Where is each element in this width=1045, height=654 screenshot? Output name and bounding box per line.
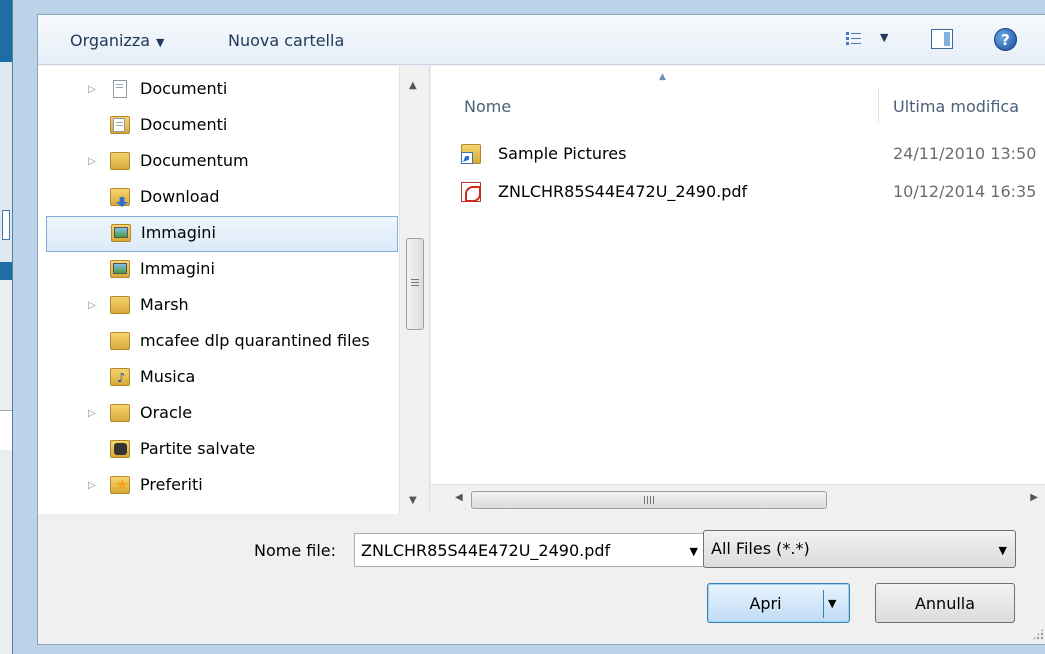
nav-item-partite-salvate[interactable]: Partite salvate [38,432,398,468]
nav-item-musica[interactable]: ♪ Musica [38,360,398,396]
resize-grip-icon[interactable] [1032,628,1044,640]
library-documents-icon [110,80,130,98]
scrollbar-thumb[interactable] [471,491,827,509]
nav-item-label: Documenti [140,115,228,134]
chevron-down-icon: ▼ [156,36,165,49]
column-header-name[interactable]: Nome [464,97,511,116]
view-options-chevron-icon[interactable]: ▼ [880,31,888,44]
folder-icon [110,152,130,170]
file-row[interactable]: Sample Pictures 24/11/2010 13:50 [451,138,1045,172]
nav-item-label: Documentum [140,151,249,170]
nav-item-download[interactable]: Download [38,180,398,216]
file-modified: 24/11/2010 13:50 [893,144,1037,163]
organize-label: Organizza [70,31,151,50]
nav-item-immagini[interactable]: Immagini [38,252,398,288]
nav-item-label: Documenti [140,79,228,98]
scroll-down-icon[interactable]: ▼ [409,495,417,506]
nav-item-documenti[interactable]: Documenti [38,108,398,144]
column-divider[interactable] [878,88,879,122]
filename-label: Nome file: [254,541,337,560]
file-modified: 10/12/2014 16:35 [893,182,1037,201]
nav-item-label: Preferiti [140,475,203,494]
file-list: ▲ Nome Ultima modifica Sample Pictures 2… [431,66,1045,514]
expand-arrow-icon[interactable]: ▷ [88,480,96,491]
expand-arrow-icon[interactable]: ▷ [88,156,96,167]
folder-shortcut-icon [461,144,481,164]
open-options-chevron-icon[interactable]: ▼ [828,597,836,610]
nav-item-oracle[interactable]: ▷ Oracle [38,396,398,432]
file-type-select[interactable]: All Files (*.*) ▼ [703,530,1016,568]
navigation-scrollbar[interactable]: ▲ ▼ [399,66,429,514]
cancel-button[interactable]: Annulla [875,583,1015,623]
organize-button[interactable]: Organizza ▼ [70,31,165,50]
nav-item-label: mcafee dlp quarantined files [140,331,370,350]
downloads-folder-icon [110,188,130,207]
documents-folder-icon [110,116,130,134]
toolbar: Organizza ▼ Nuova cartella ▼ ? [38,15,1045,65]
open-button-label: Apri [749,594,782,613]
favorites-folder-icon: ★ [110,476,130,494]
scroll-right-icon[interactable]: ▶ [1030,492,1038,503]
expand-arrow-icon[interactable]: ▷ [88,300,96,311]
nav-item-marsh[interactable]: ▷ Marsh [38,288,398,324]
column-header-modified[interactable]: Ultima modifica [893,97,1019,116]
nav-item-label: Marsh [140,295,189,314]
sort-ascending-icon: ▲ [659,72,666,82]
nav-item-label: Partite salvate [140,439,256,458]
nav-item-mcafee[interactable]: mcafee dlp quarantined files [38,324,398,360]
nav-item-label: Musica [140,367,196,386]
file-type-value: All Files (*.*) [711,539,810,558]
nav-item-immagini-selected[interactable]: Immagini [46,216,398,252]
pictures-folder-icon [110,260,130,278]
file-name: ZNLCHR85S44E472U_2490.pdf [498,182,748,201]
new-folder-button[interactable]: Nuova cartella [228,31,344,50]
nav-item-preferiti[interactable]: ▷ ★ Preferiti [38,468,398,504]
open-file-dialog: Organizza ▼ Nuova cartella ▼ ? ▷ Document… [37,14,1045,645]
expand-arrow-icon[interactable]: ▷ [88,84,96,95]
nav-item-documentum[interactable]: ▷ Documentum [38,144,398,180]
scrollbar-thumb[interactable] [406,238,424,330]
music-folder-icon: ♪ [110,368,130,386]
filename-value: ZNLCHR85S44E472U_2490.pdf [361,541,611,560]
nav-item-documenti-library[interactable]: ▷ Documenti [38,72,398,108]
folder-icon [110,296,130,314]
nav-item-label: Immagini [141,223,216,242]
preview-pane-icon[interactable] [931,29,953,49]
open-button[interactable]: Apri ▼ [707,583,850,623]
pdf-file-icon [461,182,481,202]
chevron-down-icon[interactable]: ▼ [690,545,698,558]
file-list-scrollbar[interactable]: ◀ ▶ [431,484,1045,514]
cancel-button-label: Annulla [914,594,976,613]
file-name: Sample Pictures [498,144,627,163]
change-view-icon[interactable] [844,29,864,49]
folder-icon [110,404,130,422]
nav-item-label: Immagini [140,259,215,278]
pictures-folder-icon [111,224,131,242]
help-icon[interactable]: ? [994,28,1017,51]
scroll-up-icon[interactable]: ▲ [409,80,417,91]
nav-item-label: Download [140,187,220,206]
chevron-down-icon: ▼ [998,544,1007,557]
scroll-left-icon[interactable]: ◀ [455,492,463,503]
folder-icon [110,332,130,350]
filename-input[interactable]: ZNLCHR85S44E472U_2490.pdf ▼ [354,533,707,567]
navigation-pane: ▷ Documenti Documenti ▷ Documentum Downl… [38,66,430,514]
expand-arrow-icon[interactable]: ▷ [88,408,96,419]
nav-item-label: Oracle [140,403,193,422]
dialog-frame: Organizza ▼ Nuova cartella ▼ ? ▷ Document… [12,0,1045,654]
file-row[interactable]: ZNLCHR85S44E472U_2490.pdf 10/12/2014 16:… [451,176,1045,210]
split-divider [823,590,824,618]
saved-games-folder-icon [110,440,130,458]
